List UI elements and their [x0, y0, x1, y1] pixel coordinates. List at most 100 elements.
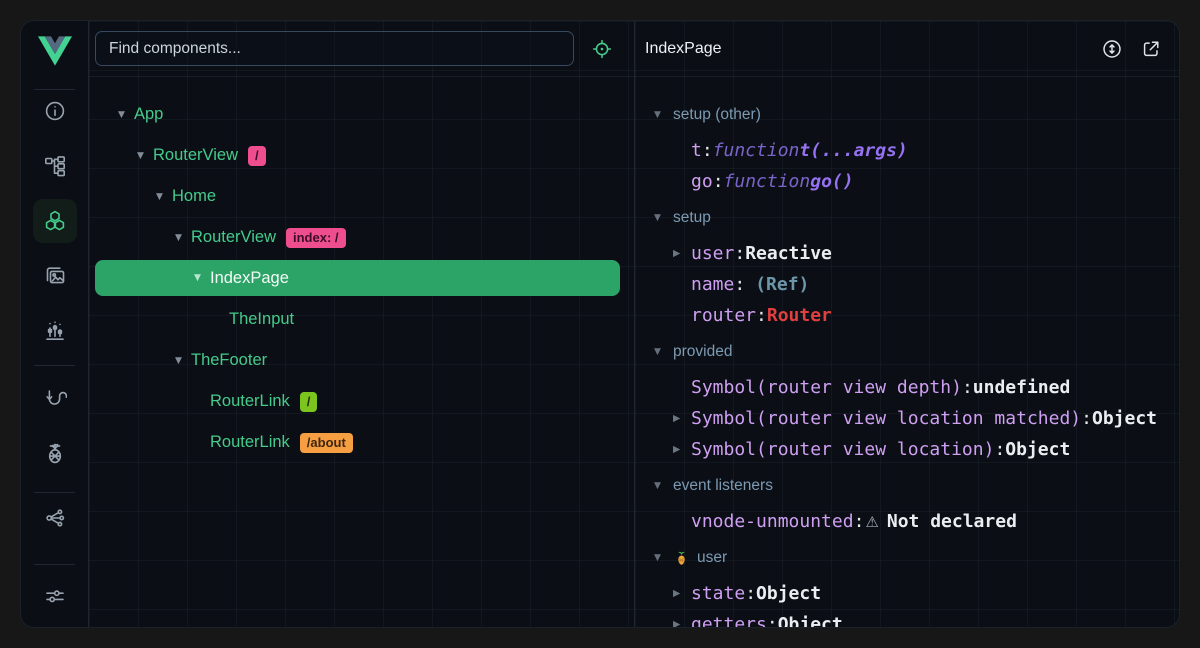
property-name: name : (Ref) [654, 269, 1159, 300]
search-input[interactable] [95, 31, 574, 66]
function-signature: t(...args) [799, 140, 907, 161]
chevron-down-icon[interactable]: ▼ [654, 347, 665, 357]
sidebar-item-overview[interactable] [33, 89, 77, 133]
sidebar [21, 21, 89, 627]
sidebar-item-settings[interactable] [33, 574, 77, 618]
section-header[interactable]: ▼ setup (other) [654, 99, 1159, 130]
property-value: Not declared [887, 511, 1017, 532]
component-name: RouterLink [210, 433, 290, 452]
tree-item-routerview[interactable]: ▼RouterView/ [95, 135, 620, 176]
property-key: state [691, 583, 745, 604]
tree-item-routerview[interactable]: ▼ RouterView index: / [95, 217, 620, 258]
equalizer-icon [43, 319, 67, 343]
property-key: router [691, 305, 756, 326]
section-user: ▼user▶state : Object▶getters : Object [654, 542, 1159, 627]
section-label: setup (other) [673, 106, 761, 124]
sidebar-divider [34, 564, 75, 565]
chevron-right-icon[interactable]: ▶ [673, 588, 685, 599]
tree-item-app[interactable]: ▼App [95, 94, 620, 135]
chevron-right-icon[interactable]: ▶ [673, 444, 685, 455]
chevron-right-icon[interactable]: ▶ [673, 248, 685, 259]
chevron-down-icon[interactable]: ▼ [173, 233, 184, 243]
section-header[interactable]: ▼ provided [654, 336, 1159, 367]
tree-item-indexpage[interactable]: ▼IndexPage [95, 260, 620, 296]
sidebar-item-router[interactable] [33, 376, 77, 420]
component-name: RouterView [153, 146, 238, 165]
sidebar-item-components[interactable] [33, 199, 77, 243]
chevron-down-icon[interactable]: ▼ [192, 273, 203, 283]
sidebar-item-pinia[interactable] [33, 431, 77, 475]
property-Symbol-router-view-location-[interactable]: ▶Symbol(router view location) : Object [654, 434, 1159, 465]
key-value-separator: : [767, 614, 778, 627]
external-link-icon [1140, 38, 1162, 60]
tree-toolbar [89, 21, 634, 77]
sidebar-divider [34, 89, 75, 90]
chevron-down-icon[interactable]: ▼ [154, 192, 165, 202]
chevron-down-icon[interactable]: ▼ [116, 110, 127, 120]
function-keyword: function [724, 171, 811, 192]
pineapple-icon [673, 549, 690, 567]
hexagons-icon [43, 209, 67, 233]
property-key: Symbol(router view location) [691, 439, 994, 460]
chevron-down-icon[interactable]: ▼ [135, 151, 146, 161]
property-value: Object [1092, 408, 1157, 429]
property-vnode-unmounted: vnode-unmounted : ⚠Not declared [654, 506, 1159, 537]
select-component-in-page-button[interactable] [590, 37, 614, 61]
tree-item-thefooter[interactable]: ▼ TheFooter [95, 340, 620, 381]
property-key: Symbol(router view location matched) [691, 408, 1081, 429]
component-name: TheInput [229, 310, 294, 329]
section-label: event listeners [673, 477, 773, 495]
sidebar-item-assets[interactable] [33, 254, 77, 298]
section-header[interactable]: ▼user [654, 542, 1159, 573]
property-key: go [691, 171, 713, 192]
chevron-down-icon[interactable]: ▼ [654, 481, 665, 491]
tree-item-routerlink[interactable]: RouterLink / [95, 381, 620, 422]
target-icon [591, 38, 613, 60]
tree-icon [43, 154, 67, 178]
sidebar-item-pages[interactable] [33, 144, 77, 188]
key-value-separator: : [854, 511, 865, 532]
chevron-down-icon[interactable]: ▼ [654, 110, 665, 120]
property-Symbol-router-view-depth-: Symbol(router view depth) : undefined [654, 372, 1159, 403]
component-name: TheFooter [191, 351, 267, 370]
sidebar-item-graph[interactable] [33, 496, 77, 540]
chevron-down-icon[interactable]: ▼ [654, 553, 665, 563]
component-name: RouterView [191, 228, 276, 247]
property-state[interactable]: ▶state : Object [654, 578, 1159, 609]
sidebar-item-timeline[interactable] [33, 309, 77, 353]
section-header[interactable]: ▼ event listeners [654, 470, 1159, 501]
property-router: router : Router [654, 300, 1159, 331]
inspector-title: IndexPage [645, 40, 1085, 58]
property-value: undefined [973, 377, 1071, 398]
tree-item-routerlink[interactable]: RouterLink/about [95, 422, 620, 463]
chevron-down-icon[interactable]: ▼ [173, 356, 184, 366]
scroll-arrows-icon [1101, 38, 1123, 60]
section-header[interactable]: ▼setup [654, 202, 1159, 233]
inspector-header: IndexPage [635, 21, 1179, 77]
chevron-right-icon[interactable]: ▶ [673, 413, 685, 424]
property-value: Router [767, 305, 832, 326]
info-icon [43, 99, 67, 123]
scroll-to-component-button[interactable] [1100, 37, 1124, 61]
component-tree: ▼App▼RouterView/▼Home▼RouterViewindex: /… [89, 77, 634, 463]
route-badge: / [300, 392, 318, 412]
hook-icon [43, 386, 67, 410]
chevron-right-icon[interactable]: ▶ [673, 619, 685, 627]
property-value: (Ref) [755, 274, 809, 295]
section-setup-other-: ▼setup (other)t : function t(...args)go … [654, 99, 1159, 197]
property-Symbol-router-view-location-matched-[interactable]: ▶Symbol(router view location matched) : … [654, 403, 1159, 434]
sidebar-divider [34, 365, 75, 366]
pinia-store-icon [673, 549, 690, 567]
component-name: RouterLink [210, 392, 290, 411]
property-value: Object [1005, 439, 1070, 460]
route-badge: index: / [286, 228, 346, 248]
tree-item-home[interactable]: ▼Home [95, 176, 620, 217]
section-label: provided [673, 343, 732, 361]
open-in-editor-button[interactable] [1139, 37, 1163, 61]
section-event-listeners: ▼ event listeners vnode-unmounted : ⚠Not d… [654, 470, 1159, 537]
property-user[interactable]: ▶user : Reactive [654, 238, 1159, 269]
property-getters[interactable]: ▶getters : Object [654, 609, 1159, 627]
chevron-down-icon[interactable]: ▼ [654, 213, 665, 223]
key-value-separator: : [962, 377, 973, 398]
tree-item-theinput[interactable]: TheInput [95, 299, 620, 340]
